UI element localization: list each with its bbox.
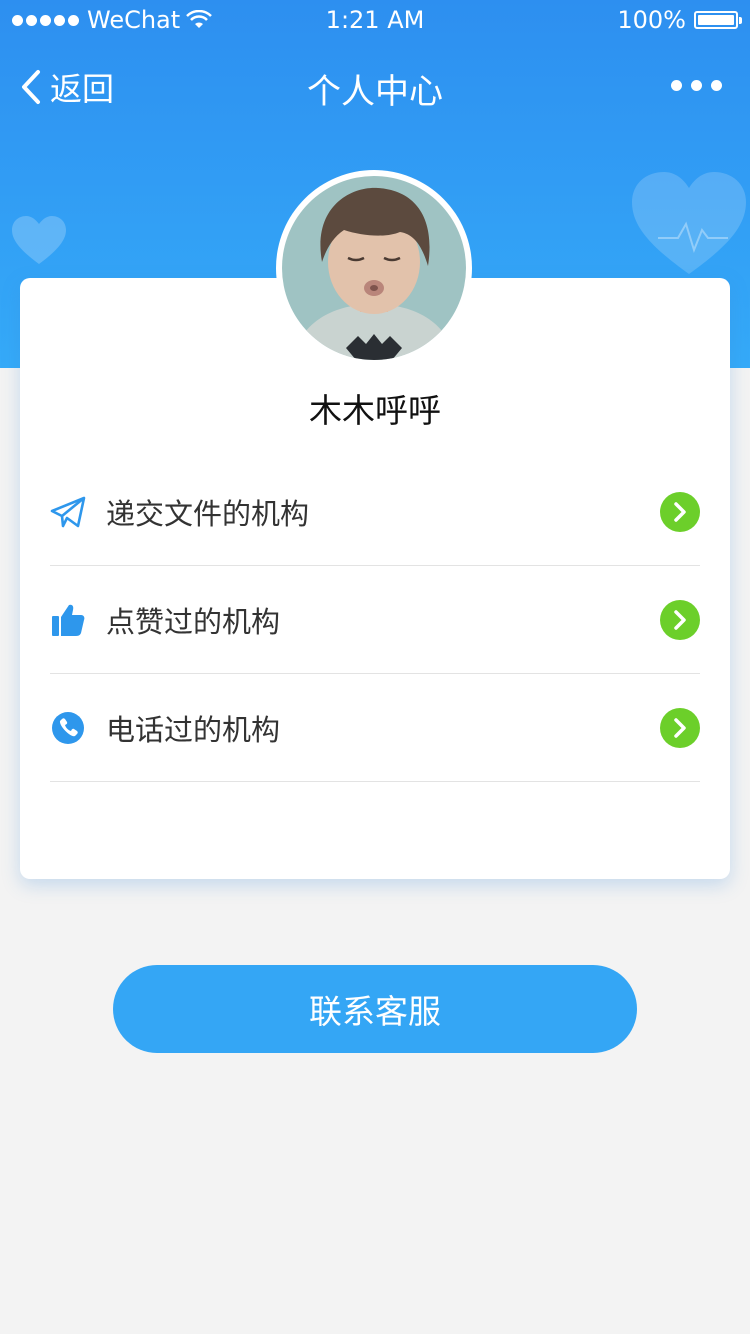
heart-decoration-icon — [12, 216, 66, 264]
battery-icon — [694, 11, 742, 29]
username: 木木呼呼 — [309, 391, 441, 430]
chevron-right-icon[interactable] — [660, 599, 700, 640]
contact-customer-service-button[interactable]: 联系客服 — [113, 965, 637, 1053]
menu-item-called-institutions[interactable]: 电话过的机构 — [50, 674, 700, 782]
navigation-bar: 返回 个人中心 — [0, 50, 750, 120]
chevron-right-icon[interactable] — [660, 707, 700, 748]
heart-decoration-icon — [632, 172, 746, 274]
avatar-image — [282, 176, 466, 360]
menu-item-label: 递交文件的机构 — [106, 496, 310, 531]
battery-percent: 100% — [617, 6, 686, 34]
paper-plane-icon — [50, 494, 86, 530]
status-bar: WeChat 1:21 AM 100% — [0, 0, 750, 40]
phone-icon — [50, 710, 86, 746]
chevron-right-icon[interactable] — [660, 491, 700, 532]
menu-item-liked-institutions[interactable]: 点赞过的机构 — [50, 566, 700, 674]
thumbs-up-icon — [50, 602, 86, 638]
avatar[interactable] — [276, 170, 472, 366]
menu-item-label: 电话过的机构 — [106, 712, 281, 747]
menu-item-submitted-institutions[interactable]: 递交文件的机构 — [50, 458, 700, 566]
page-title: 个人中心 — [307, 72, 443, 112]
more-options-icon[interactable] — [671, 80, 722, 91]
menu-item-label: 点赞过的机构 — [106, 604, 281, 639]
